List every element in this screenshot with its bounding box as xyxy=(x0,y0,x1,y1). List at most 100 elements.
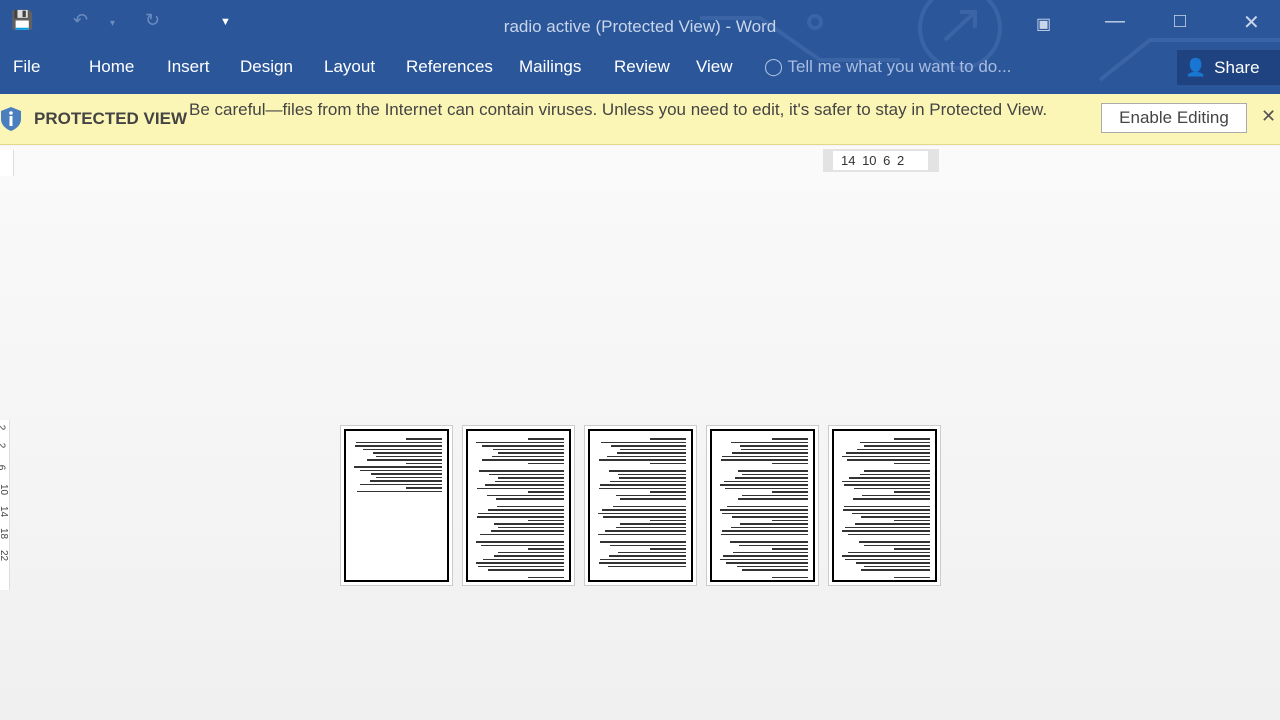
text-line xyxy=(527,548,564,550)
text-line xyxy=(482,445,564,447)
text-line xyxy=(732,516,808,518)
tab-file[interactable]: File xyxy=(13,57,40,77)
vertical-ruler[interactable]: 2 2 6 10 14 18 22 xyxy=(0,420,10,590)
text-line xyxy=(610,480,686,482)
minimize-icon[interactable]: — xyxy=(1105,10,1125,33)
text-line xyxy=(649,491,686,493)
text-line xyxy=(771,576,808,578)
tab-home[interactable]: Home xyxy=(89,57,134,77)
text-line xyxy=(610,544,686,546)
text-line xyxy=(481,544,564,546)
text-line xyxy=(483,558,564,560)
text-line xyxy=(720,459,808,461)
ruler-tick: 6 xyxy=(0,465,6,471)
text-line xyxy=(844,484,930,486)
text-line xyxy=(771,491,808,493)
text-line xyxy=(740,448,808,450)
ruler-tick: 18 xyxy=(0,527,10,540)
text-line xyxy=(737,565,808,567)
text-line xyxy=(845,526,930,528)
text-line xyxy=(729,541,808,543)
text-line xyxy=(527,438,564,440)
text-line xyxy=(599,558,686,560)
text-line xyxy=(726,562,808,564)
text-line xyxy=(842,509,930,511)
text-line xyxy=(846,452,930,454)
text-line xyxy=(486,494,564,496)
text-line xyxy=(649,548,686,550)
horizontal-ruler[interactable]: 14 10 6 2 xyxy=(823,149,939,172)
page-thumbnail[interactable] xyxy=(340,425,453,586)
text-line xyxy=(859,473,930,475)
page-thumbnail[interactable] xyxy=(706,425,819,586)
text-line xyxy=(479,470,564,472)
maximize-icon[interactable]: □ xyxy=(1174,10,1186,33)
text-line xyxy=(608,555,686,557)
text-line xyxy=(602,509,686,511)
text-line xyxy=(495,498,564,500)
text-line xyxy=(727,505,808,507)
text-line xyxy=(722,455,808,457)
text-line xyxy=(362,448,442,450)
text-line xyxy=(893,519,930,521)
page-thumbnail[interactable] xyxy=(828,425,941,586)
text-line xyxy=(735,477,808,479)
text-line xyxy=(360,483,442,485)
tab-layout[interactable]: Layout xyxy=(324,57,375,77)
text-line xyxy=(857,448,930,450)
text-line xyxy=(771,438,808,440)
text-line xyxy=(616,452,686,454)
page-thumbnail[interactable] xyxy=(584,425,697,586)
text-line xyxy=(730,441,808,443)
close-bar-icon[interactable]: ✕ xyxy=(1261,106,1276,127)
tab-review[interactable]: Review xyxy=(614,57,670,77)
tab-mailings[interactable]: Mailings xyxy=(519,57,581,77)
text-line xyxy=(405,438,442,440)
text-line xyxy=(841,480,930,482)
page-thumbnail[interactable] xyxy=(462,425,575,586)
tell-me-input[interactable]: ◯ Tell me what you want to do... xyxy=(764,57,1011,77)
text-line xyxy=(601,441,686,443)
text-line xyxy=(856,562,930,564)
text-line xyxy=(598,562,686,564)
text-line xyxy=(613,505,686,507)
ruler-tick: 22 xyxy=(0,549,10,562)
text-line xyxy=(855,523,930,525)
tab-design[interactable]: Design xyxy=(240,57,293,77)
text-line xyxy=(845,558,930,560)
text-line xyxy=(607,565,686,567)
text-line xyxy=(482,459,564,461)
tab-references[interactable]: References xyxy=(406,57,493,77)
text-line xyxy=(600,541,686,543)
enable-editing-button[interactable]: Enable Editing xyxy=(1101,103,1247,133)
text-line xyxy=(497,551,564,553)
add-person-icon: 👤 xyxy=(1185,57,1207,77)
text-line xyxy=(615,494,686,496)
text-line xyxy=(527,462,564,464)
text-line xyxy=(475,541,564,543)
text-line xyxy=(598,487,686,489)
text-line xyxy=(484,484,564,486)
text-line xyxy=(739,523,808,525)
close-icon[interactable]: ✕ xyxy=(1243,10,1260,35)
text-line xyxy=(719,484,808,486)
text-line xyxy=(354,445,442,447)
ruler-corner xyxy=(0,150,14,176)
share-button[interactable]: 👤 Share xyxy=(1177,50,1280,85)
text-line xyxy=(863,544,930,546)
text-line xyxy=(859,541,930,543)
text-line xyxy=(372,452,442,454)
text-line xyxy=(719,509,808,511)
tab-view[interactable]: View xyxy=(696,57,733,77)
tab-insert[interactable]: Insert xyxy=(167,57,210,77)
page-border xyxy=(832,429,937,582)
text-line xyxy=(733,551,808,553)
text-line xyxy=(893,462,930,464)
text-line xyxy=(849,477,930,479)
text-line xyxy=(496,505,564,507)
text-line xyxy=(357,490,442,492)
text-line xyxy=(730,526,808,528)
ribbon-display-icon[interactable]: ▣ xyxy=(1036,14,1051,34)
text-line xyxy=(741,494,808,496)
text-line xyxy=(722,512,808,514)
